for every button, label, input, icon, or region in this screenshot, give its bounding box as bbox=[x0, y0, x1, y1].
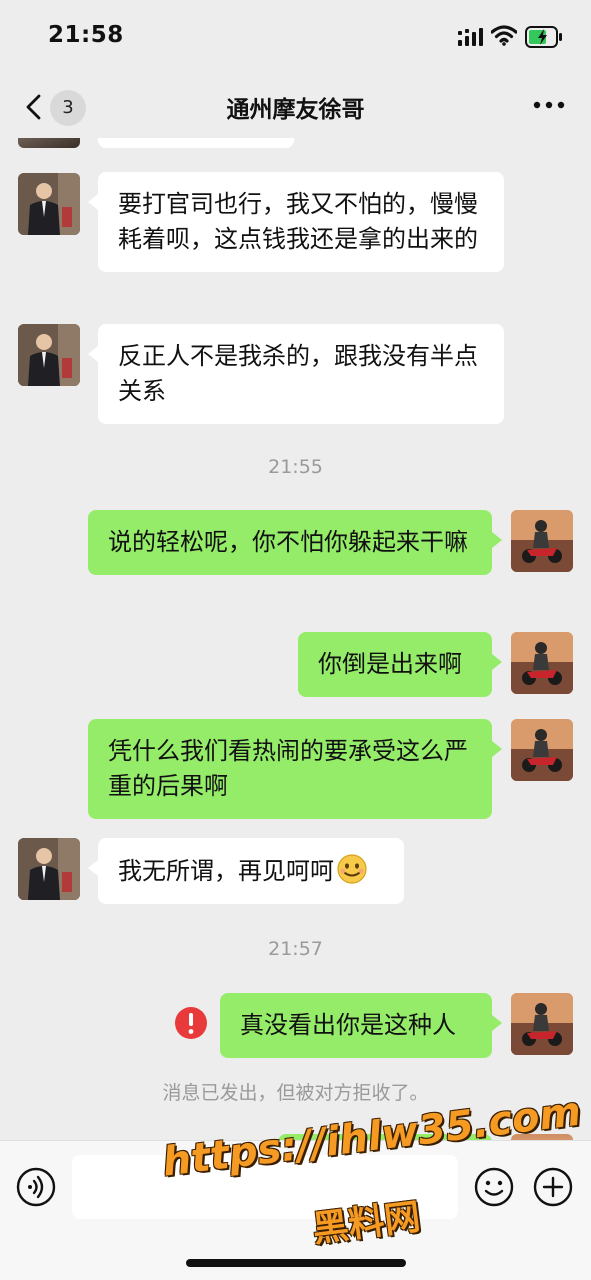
message-bubble-outgoing[interactable]: 凭什么我们看热闹的要承受这么严重的后果啊 bbox=[88, 719, 502, 819]
message-bubble-incoming[interactable]: 我无所谓，再见呵呵 bbox=[88, 838, 404, 904]
unread-count-badge: 3 bbox=[50, 90, 86, 126]
signal-icon bbox=[458, 28, 483, 46]
message-text: 我无所谓，再见呵呵 bbox=[118, 857, 334, 885]
motorcycle-rider-image bbox=[511, 719, 573, 781]
back-button[interactable]: 3 bbox=[18, 84, 92, 128]
wifi-icon bbox=[491, 25, 517, 46]
message-bubble-incoming[interactable]: 要打官司也行，我又不怕的，慢慢耗着呗，这点钱我还是拿的出来的 bbox=[88, 172, 504, 272]
status-bar: 21:58 bbox=[0, 0, 591, 76]
person-in-suit-image bbox=[18, 838, 80, 900]
message-bubble-outgoing[interactable]: 真没看出你是这种人 bbox=[220, 993, 502, 1058]
input-bar bbox=[0, 1140, 591, 1280]
voice-icon[interactable] bbox=[16, 1167, 56, 1207]
my-avatar[interactable] bbox=[511, 632, 573, 694]
chat-title: 通州摩友徐哥 bbox=[226, 97, 365, 123]
motorcycle-rider-image bbox=[511, 632, 573, 694]
plus-icon[interactable] bbox=[533, 1167, 573, 1207]
person-in-suit-image bbox=[18, 173, 80, 235]
message-bubble-partial bbox=[98, 138, 294, 148]
message-timestamp: 21:57 bbox=[268, 938, 323, 960]
emoji-icon[interactable] bbox=[474, 1167, 514, 1207]
send-failed-icon[interactable] bbox=[174, 1006, 208, 1040]
status-time: 21:58 bbox=[48, 22, 124, 48]
contact-avatar[interactable] bbox=[18, 173, 80, 235]
battery-charging-icon bbox=[525, 26, 562, 48]
message-list[interactable]: 要打官司也行，我又不怕的，慢慢耗着呗，这点钱我还是拿的出来的 反正人不是我杀的，… bbox=[0, 138, 591, 1140]
nav-bar: 3 通州摩友徐哥 bbox=[0, 76, 591, 138]
message-bubble-incoming[interactable]: 反正人不是我杀的，跟我没有半点关系 bbox=[88, 324, 504, 424]
my-avatar[interactable] bbox=[511, 993, 573, 1055]
my-avatar[interactable] bbox=[511, 510, 573, 572]
rejected-notice: 消息已发出，但被对方拒收了。 bbox=[162, 1082, 429, 1104]
home-indicator bbox=[186, 1259, 406, 1267]
more-dots-icon[interactable] bbox=[531, 94, 567, 116]
message-timestamp: 21:55 bbox=[268, 456, 323, 478]
my-avatar[interactable] bbox=[511, 719, 573, 781]
chat-screen: 21:58 3 通州摩友徐哥 要打官司也行，我又不怕的，慢慢耗着呗，这点钱我还是… bbox=[0, 0, 591, 1280]
message-bubble-outgoing[interactable]: 你倒是出来啊 bbox=[298, 632, 502, 697]
awkward-smile-emoji-icon bbox=[337, 854, 367, 884]
message-bubble-outgoing[interactable]: 说的轻松呢，你不怕你躲起来干嘛 bbox=[88, 510, 502, 575]
message-input[interactable] bbox=[72, 1155, 458, 1219]
chevron-left-icon bbox=[26, 94, 41, 120]
motorcycle-rider-image bbox=[511, 510, 573, 572]
person-in-suit-image bbox=[18, 324, 80, 386]
contact-avatar[interactable] bbox=[18, 324, 80, 386]
contact-avatar[interactable] bbox=[18, 838, 80, 900]
contact-avatar[interactable] bbox=[18, 138, 80, 148]
motorcycle-rider-image bbox=[511, 993, 573, 1055]
